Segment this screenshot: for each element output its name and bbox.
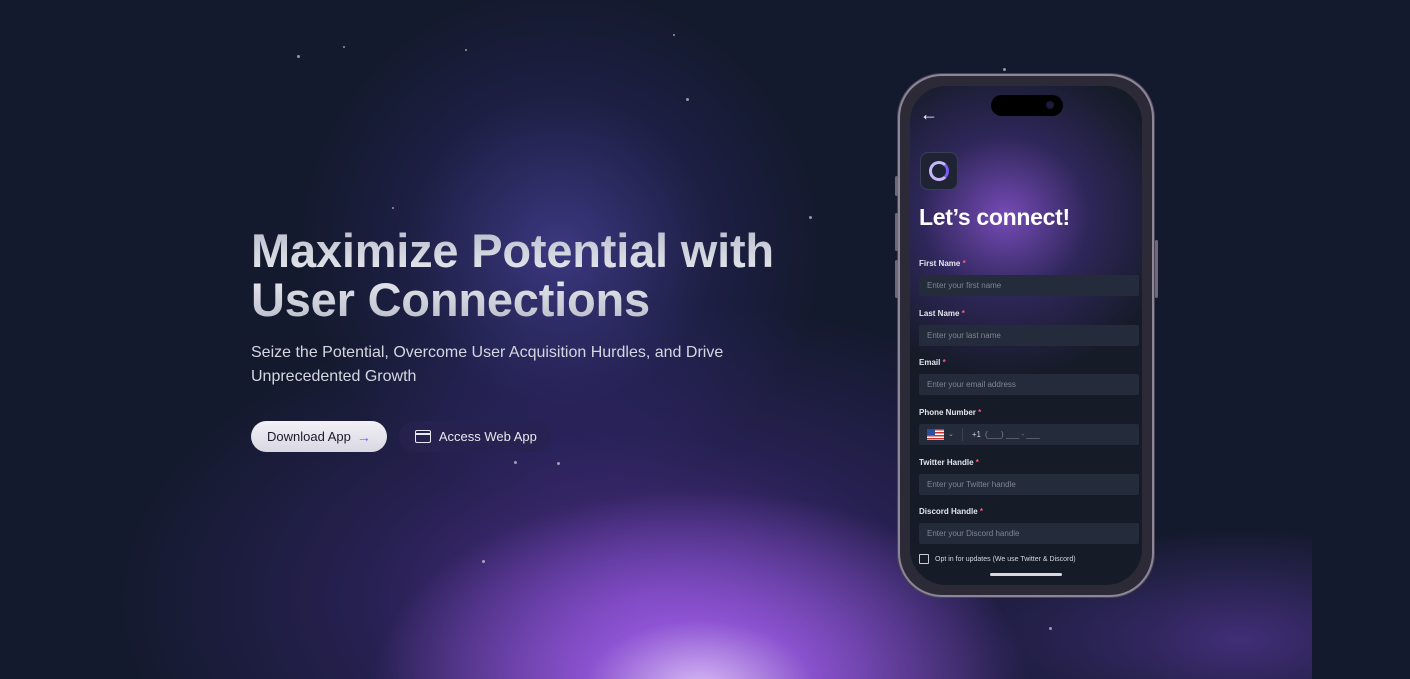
phone-side-button	[895, 176, 898, 196]
phone-screen: ← Let’s connect! First Name * Enter your…	[910, 86, 1142, 585]
star	[557, 462, 560, 465]
opt-in-label: Opt in for updates (We use Twitter & Dis…	[935, 555, 1076, 563]
dial-code: +1	[971, 430, 981, 439]
phone-number-label: Phone Number *	[919, 408, 982, 417]
discord-handle-label: Discord Handle *	[919, 507, 984, 516]
phone-number-input[interactable]: ⌄ +1 (___) ___ - ___	[919, 424, 1139, 445]
ring-logo-icon	[929, 161, 949, 181]
star	[1049, 627, 1052, 630]
twitter-handle-input[interactable]: Enter your Twitter handle	[919, 474, 1139, 495]
star	[392, 207, 394, 209]
star	[1003, 68, 1006, 71]
phone-side-button	[1155, 240, 1158, 298]
phone-side-button	[895, 260, 898, 298]
access-web-app-button[interactable]: Access Web App	[398, 421, 551, 452]
first-name-input[interactable]: Enter your first name	[919, 275, 1139, 296]
first-name-label: First Name *	[919, 259, 966, 268]
opt-in-row[interactable]: Opt in for updates (We use Twitter & Dis…	[919, 554, 1076, 564]
hero-section: Maximize Potential with User Connections…	[251, 226, 851, 452]
phone-number-placeholder: (___) ___ - ___	[985, 430, 1040, 439]
background-edge	[1312, 0, 1410, 679]
phone-side-button	[895, 213, 898, 251]
phone-mockup: ← Let’s connect! First Name * Enter your…	[895, 74, 1158, 597]
form-title: Let’s connect!	[919, 204, 1070, 230]
download-app-label: Download App	[267, 429, 351, 444]
cta-row: Download App → Access Web App	[251, 421, 851, 452]
star	[465, 49, 467, 51]
last-name-input[interactable]: Enter your last name	[919, 325, 1139, 346]
star	[343, 46, 345, 48]
browser-window-icon	[414, 430, 431, 443]
star	[482, 560, 485, 563]
download-app-button[interactable]: Download App →	[251, 421, 387, 452]
arrow-right-icon: →	[356, 428, 371, 445]
star	[297, 55, 300, 58]
home-indicator	[990, 573, 1062, 576]
back-arrow-icon[interactable]: ←	[920, 104, 938, 125]
twitter-handle-label: Twitter Handle *	[919, 458, 979, 467]
email-label: Email *	[919, 358, 946, 367]
app-logo	[920, 152, 958, 190]
star	[673, 34, 675, 36]
hero-subtitle: Seize the Potential, Overcome User Acqui…	[251, 344, 724, 385]
hero-title: Maximize Potential with User Connections	[251, 226, 821, 324]
input-divider	[961, 428, 963, 441]
discord-handle-input[interactable]: Enter your Discord handle	[919, 523, 1139, 544]
star	[809, 216, 812, 219]
opt-in-checkbox[interactable]	[919, 554, 929, 564]
access-web-app-label: Access Web App	[438, 429, 537, 444]
chevron-down-icon[interactable]: ⌄	[948, 424, 954, 445]
star	[686, 98, 689, 101]
dynamic-island	[991, 95, 1063, 116]
email-input[interactable]: Enter your email address	[919, 374, 1139, 395]
us-flag-icon[interactable]	[927, 429, 944, 440]
last-name-label: Last Name *	[919, 309, 965, 318]
star	[514, 461, 517, 464]
